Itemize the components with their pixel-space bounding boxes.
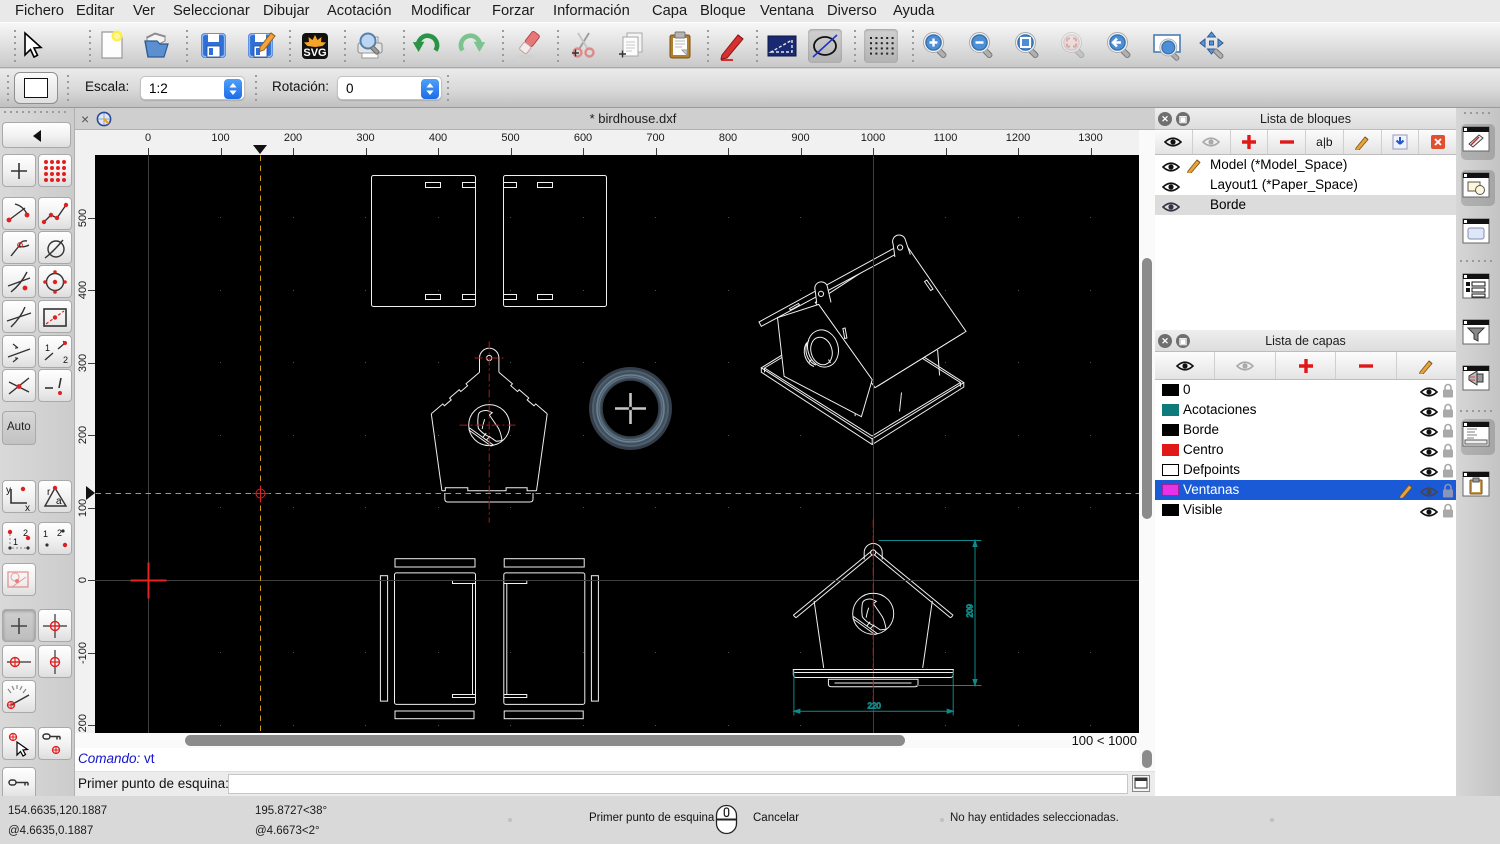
svg-text:209: 209: [966, 604, 975, 618]
svg-text:y: y: [6, 485, 11, 496]
svg-text:2: 2: [63, 355, 68, 365]
svg-text:2: 2: [57, 528, 62, 538]
svg-text:x: x: [25, 503, 30, 512]
svg-text:1: 1: [45, 343, 50, 353]
svg-text:1: 1: [43, 529, 48, 539]
svg-text:220: 220: [868, 702, 882, 711]
svg-text:a: a: [56, 496, 62, 507]
svg-text:1: 1: [13, 537, 18, 547]
svg-text:SVG: SVG: [303, 47, 326, 59]
svg-text:2: 2: [23, 528, 28, 538]
